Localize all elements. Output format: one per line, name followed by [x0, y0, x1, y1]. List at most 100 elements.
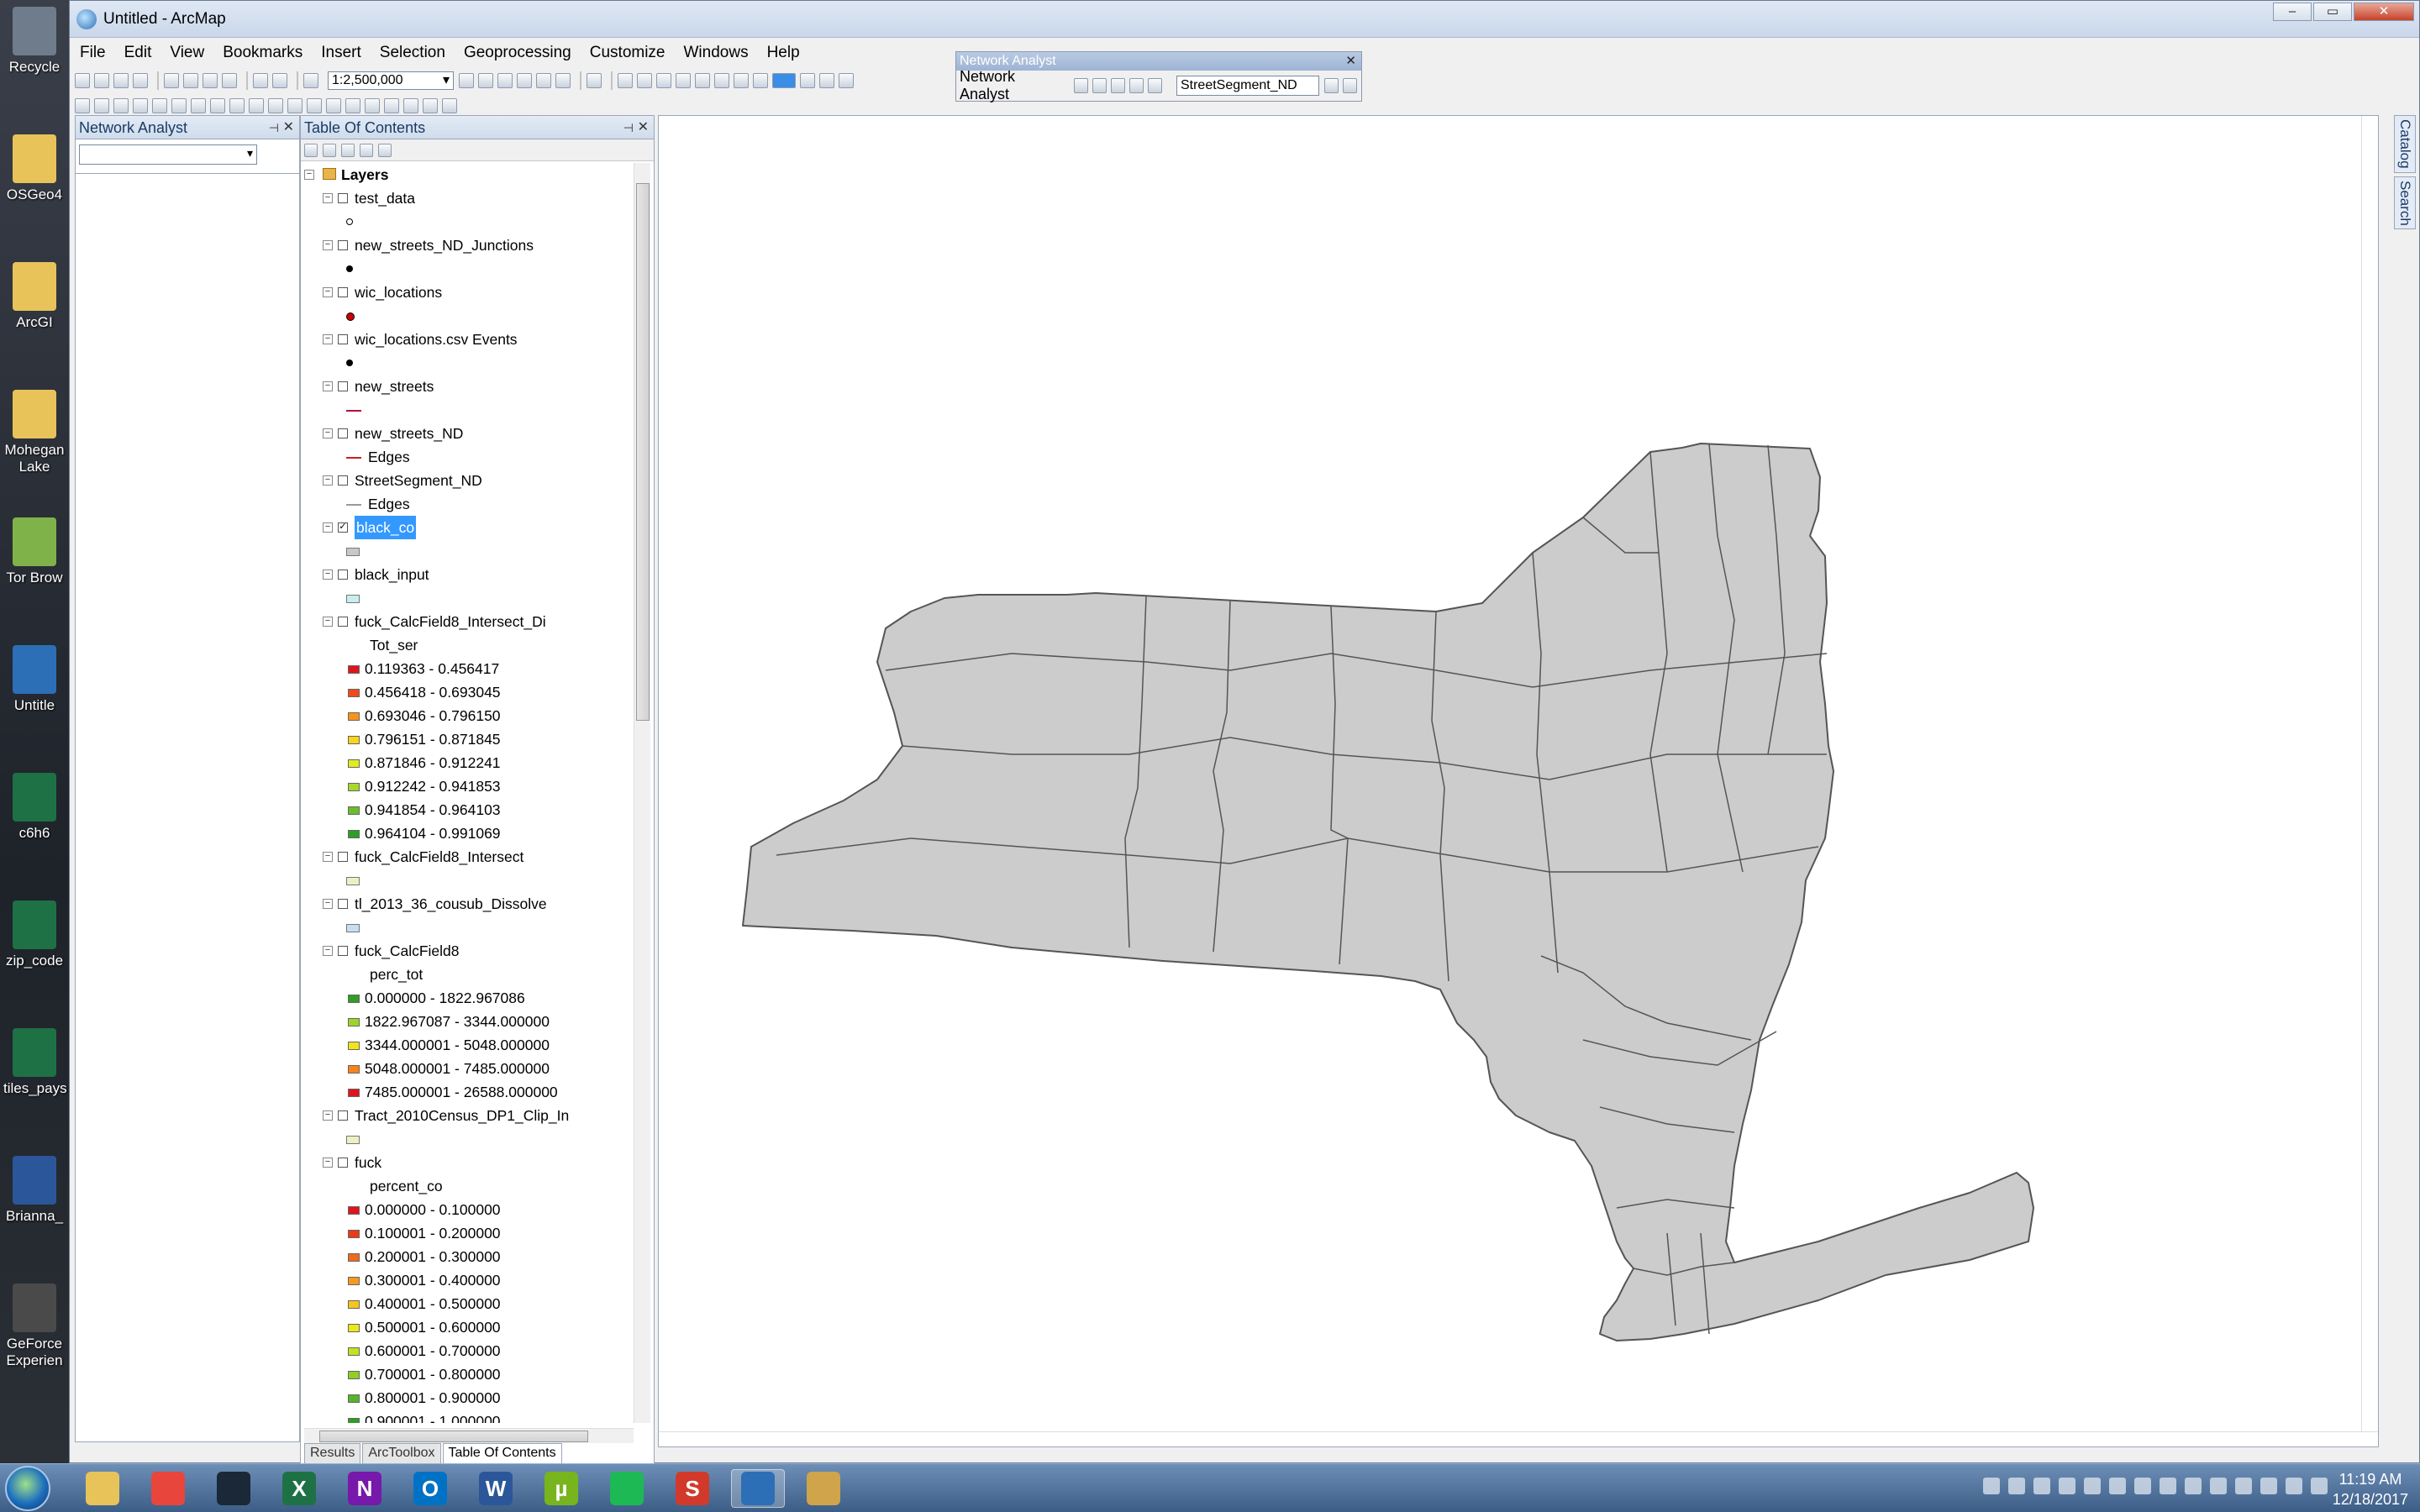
- collapse-icon[interactable]: −: [304, 170, 314, 180]
- menu-selection[interactable]: Selection: [380, 44, 445, 62]
- tray-icon[interactable]: [2235, 1478, 2252, 1494]
- clear-selection-icon[interactable]: [249, 98, 264, 113]
- html-popup-icon[interactable]: [326, 98, 341, 113]
- delete-icon[interactable]: [222, 73, 237, 88]
- solve-icon[interactable]: [1092, 78, 1107, 93]
- close-icon[interactable]: ✕: [283, 116, 294, 139]
- tray-icon[interactable]: [2210, 1478, 2227, 1494]
- collapse-icon[interactable]: −: [323, 617, 333, 627]
- toc-layer-row[interactable]: − new_streets_ND: [301, 422, 634, 445]
- legend-color-swatch[interactable]: [348, 1418, 360, 1423]
- desktop-shortcut[interactable]: OSGeo4: [3, 134, 66, 203]
- legend-color-swatch[interactable]: [348, 806, 360, 815]
- layout-tool-icon[interactable]: [819, 73, 834, 88]
- layer-symbol-row[interactable]: [301, 869, 634, 892]
- menu-view[interactable]: View: [170, 44, 204, 62]
- layer-visibility-checkbox[interactable]: ✓: [338, 522, 348, 533]
- network-icon[interactable]: [2286, 1478, 2302, 1494]
- tray-icon[interactable]: [2185, 1478, 2202, 1494]
- legend-class-row[interactable]: 7485.000001 - 26588.000000: [301, 1080, 634, 1104]
- tray-icon[interactable]: [2008, 1478, 2025, 1494]
- legend-color-swatch[interactable]: [348, 783, 360, 791]
- toc-options-icon[interactable]: [378, 143, 392, 157]
- toc-horizontal-scrollbar[interactable]: [304, 1428, 634, 1443]
- layer-visibility-checkbox[interactable]: [338, 240, 348, 250]
- copy-icon[interactable]: [183, 73, 198, 88]
- go-to-xy-icon[interactable]: [403, 98, 418, 113]
- layer-symbol-row[interactable]: [301, 304, 634, 328]
- legend-class-row[interactable]: 0.796151 - 0.871845: [301, 727, 634, 751]
- measure-icon[interactable]: [345, 98, 360, 113]
- legend-class-row[interactable]: 0.119363 - 0.456417: [301, 657, 634, 680]
- select-features-icon[interactable]: [229, 98, 245, 113]
- legend-class-row[interactable]: 0.100001 - 0.200000: [301, 1221, 634, 1245]
- legend-color-swatch[interactable]: [348, 1277, 360, 1285]
- layer-name[interactable]: black_input: [355, 563, 429, 586]
- zoom-in-icon[interactable]: [75, 98, 90, 113]
- legend-class-row[interactable]: 1822.967087 - 3344.000000: [301, 1010, 634, 1033]
- collapse-icon[interactable]: −: [323, 852, 333, 862]
- legend-color-swatch[interactable]: [348, 736, 360, 744]
- find-route-icon[interactable]: [384, 98, 399, 113]
- taskbar-app-button[interactable]: [731, 1469, 785, 1508]
- add-data-icon[interactable]: [303, 73, 318, 88]
- open-icon[interactable]: [94, 73, 109, 88]
- legend-class-row[interactable]: 0.400001 - 0.500000: [301, 1292, 634, 1315]
- layer-symbol-row[interactable]: [301, 257, 634, 281]
- toc-layer-row[interactable]: − new_streets_ND_Junctions: [301, 234, 634, 257]
- taskbar-app-button[interactable]: N: [338, 1469, 392, 1508]
- maximize-button[interactable]: ▭: [2313, 3, 2352, 21]
- layer-symbol[interactable]: [346, 501, 361, 506]
- layer-symbol[interactable]: [346, 877, 360, 885]
- menu-geoprocessing[interactable]: Geoprocessing: [464, 44, 571, 62]
- network-analyst-toolbar-header[interactable]: Network Analyst ✕: [956, 52, 1361, 71]
- tab-arctoolbox[interactable]: ArcToolbox: [362, 1443, 441, 1463]
- legend-color-swatch[interactable]: [348, 1324, 360, 1332]
- layer-visibility-checkbox[interactable]: [338, 287, 348, 297]
- build-network-icon[interactable]: [1323, 78, 1339, 93]
- menu-insert[interactable]: Insert: [321, 44, 361, 62]
- collapse-icon[interactable]: −: [323, 193, 333, 203]
- zoom-out-icon[interactable]: [94, 98, 109, 113]
- layer-visibility-checkbox[interactable]: [338, 899, 348, 909]
- desktop-shortcut[interactable]: Mohegan Lake: [3, 390, 66, 475]
- tab-table-of-contents[interactable]: Table Of Contents: [442, 1443, 562, 1463]
- layer-name[interactable]: new_streets_ND: [355, 422, 463, 445]
- tray-icon[interactable]: [2033, 1478, 2050, 1494]
- minimize-button[interactable]: –: [2273, 3, 2312, 21]
- cut-icon[interactable]: [164, 73, 179, 88]
- tray-icon[interactable]: [1983, 1478, 2000, 1494]
- pin-icon[interactable]: ⊣: [269, 116, 279, 139]
- select-elements-icon[interactable]: [268, 98, 283, 113]
- editor-toolbar-icon[interactable]: [459, 73, 474, 88]
- layer-symbol-row[interactable]: [301, 1127, 634, 1151]
- layer-name[interactable]: fuck_CalcField8_Intersect_Di: [355, 610, 546, 633]
- toc-layer-row[interactable]: − fuck_CalcField8_Intersect: [301, 845, 634, 869]
- time-slider-icon[interactable]: [423, 98, 438, 113]
- layer-name[interactable]: fuck_CalcField8: [355, 939, 460, 963]
- layer-name[interactable]: Tract_2010Census_DP1_Clip_In: [355, 1104, 569, 1127]
- legend-color-swatch[interactable]: [348, 712, 360, 721]
- legend-color-swatch[interactable]: [348, 1065, 360, 1074]
- tray-icon[interactable]: [2260, 1478, 2277, 1494]
- desktop-shortcut[interactable]: zip_code: [3, 900, 66, 969]
- taskbar-app-button[interactable]: O: [403, 1469, 457, 1508]
- toc-layer-row[interactable]: − test_data: [301, 186, 634, 210]
- menu-help[interactable]: Help: [767, 44, 800, 62]
- list-by-visibility-icon[interactable]: [341, 143, 355, 157]
- layer-visibility-checkbox[interactable]: [338, 946, 348, 956]
- legend-class-row[interactable]: 0.700001 - 0.800000: [301, 1362, 634, 1386]
- taskbar-app-button[interactable]: S: [666, 1469, 719, 1508]
- layer-symbol[interactable]: [346, 1136, 360, 1144]
- legend-class-row[interactable]: 0.000000 - 0.100000: [301, 1198, 634, 1221]
- collapse-icon[interactable]: −: [323, 240, 333, 250]
- legend-class-row[interactable]: 0.800001 - 0.900000: [301, 1386, 634, 1410]
- tab-catalog[interactable]: Catalog: [2394, 115, 2416, 173]
- pan-icon[interactable]: [113, 98, 129, 113]
- legend-color-swatch[interactable]: [348, 1394, 360, 1403]
- legend-class-row[interactable]: 0.200001 - 0.300000: [301, 1245, 634, 1268]
- legend-color-swatch[interactable]: [348, 1253, 360, 1262]
- legend-color-swatch[interactable]: [348, 1089, 360, 1097]
- collapse-icon[interactable]: −: [323, 287, 333, 297]
- select-move-location-icon[interactable]: [1128, 78, 1144, 93]
